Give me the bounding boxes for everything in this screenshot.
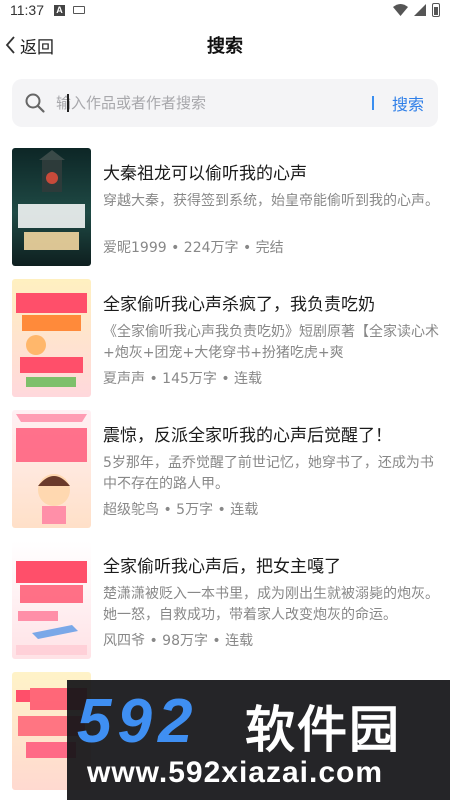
book-cover-art	[16, 414, 87, 524]
status-time: 11:37	[10, 2, 44, 18]
search-input[interactable]	[56, 89, 346, 117]
book-meta: 风四爷 • 98万字 • 连载	[103, 633, 254, 649]
text-cursor	[67, 94, 69, 112]
list-item[interactable]: 全家偷听我心声后，把女主嘎了 楚潇潇被贬入一本书里，成为刚出生就被溺毙的炮灰。她…	[0, 538, 450, 663]
wifi-icon	[393, 4, 408, 16]
book-description: 楚潇潇被贬入一本书里，成为刚出生就被溺毙的炮灰。她一怒，自救成功，带着家人改变炮…	[103, 586, 439, 623]
watermark-number: 592	[77, 687, 199, 756]
signal-icon	[414, 4, 426, 16]
battery-icon	[432, 3, 440, 17]
book-description: 5岁那年，孟乔觉醒了前世记忆，她穿书了，还成为书中不存在的路人甲。	[103, 455, 434, 492]
notification-icon: A	[54, 4, 65, 16]
book-cover	[12, 148, 91, 266]
watermark-brand: 软件园	[245, 701, 401, 759]
watermark-url: www.592xiazai.com	[87, 756, 384, 789]
book-cover	[12, 541, 91, 659]
top-nav-bar: 返回 搜索	[0, 26, 450, 64]
search-button[interactable]: 搜索	[392, 91, 424, 115]
search-bar: 搜索	[12, 79, 438, 127]
list-item[interactable]: 震惊，反派全家听我的心声后觉醒了！ 5岁那年，孟乔觉醒了前世记忆，她穿书了，还成…	[0, 407, 450, 532]
book-description: 穿越大秦，获得签到系统，始皇帝能偷听到我的心声。	[103, 193, 439, 209]
book-meta: 爱昵1999 • 224万字 • 完结	[103, 240, 284, 256]
book-title: 大秦祖龙可以偷听我的心声	[103, 164, 307, 184]
watermark-logo: 592 软件园 www.592xiazai.com	[67, 680, 450, 800]
book-cover-art	[16, 561, 87, 655]
list-item[interactable]: 大秦祖龙可以偷听我的心声 穿越大秦，获得签到系统，始皇帝能偷听到我的心声。 爱昵…	[0, 145, 450, 270]
page-title: 搜索	[207, 36, 243, 57]
book-cover-art	[16, 293, 87, 387]
book-cover	[12, 279, 91, 397]
book-description: 《全家偷听我心声我负责吃奶》短剧原著【全家读心术+炮灰+团宠+大佬穿书+扮猪吃虎…	[103, 324, 439, 361]
book-cover	[12, 410, 91, 528]
book-meta: 夏声声 • 145万字 • 连载	[103, 371, 263, 387]
book-title: 全家偷听我心声杀疯了，我负责吃奶	[103, 295, 375, 315]
book-cover-art	[18, 150, 85, 250]
search-icon	[25, 93, 45, 113]
list-item[interactable]: 全家偷听我心声杀疯了，我负责吃奶 《全家偷听我心声我负责吃奶》短剧原著【全家读心…	[0, 276, 450, 401]
keyboard-icon	[73, 6, 85, 14]
book-meta: 超级鸵鸟 • 5万字 • 连载	[103, 502, 259, 518]
book-title: 震惊，反派全家听我的心声后觉醒了！	[103, 426, 392, 446]
book-title: 全家偷听我心声后，把女主嘎了	[103, 557, 341, 577]
search-divider	[372, 96, 374, 110]
status-bar: 11:37 A	[0, 0, 450, 20]
